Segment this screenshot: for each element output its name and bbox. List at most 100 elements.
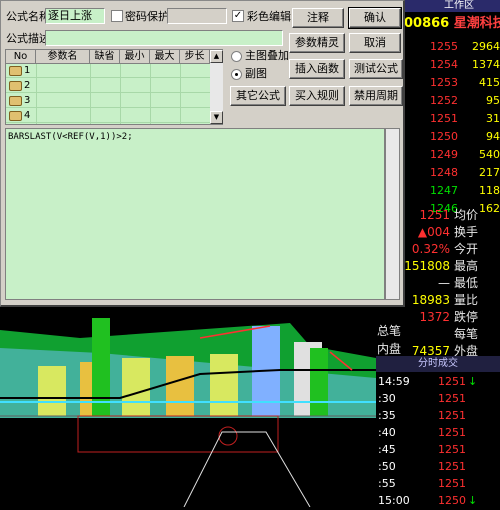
trade-row: :50 1251 [376,458,500,476]
trade-time: :55 [378,477,396,490]
test-formula-button[interactable]: 测试公式 [349,59,403,79]
orderbook-row[interactable]: 1254 1374 [404,56,500,74]
trade-row: :55 1251 [376,475,500,493]
color-edit-label: 彩色编辑 [247,10,291,23]
trade-row: 15:00 1250 ↓ [376,492,500,510]
orderbook-price: 1254 [430,58,458,71]
orderbook-price: 1248 [430,166,458,179]
trade-price: 1251 [438,375,466,388]
param-table[interactable]: No 参数名 缺省 最小 最大 步长 1 2 3 4 ▲ ▼ [5,49,223,125]
orderbook-price: 1247 [430,184,458,197]
disable-period-button[interactable]: 禁用周期 [349,86,403,106]
workspace-bar[interactable]: 工作区 [404,0,500,12]
password-checkbox[interactable] [111,10,123,22]
other-formula-button[interactable]: 其它公式 [230,86,286,106]
row-number: 4 [24,110,31,121]
main-overlay-label: 主图叠加 [245,49,289,62]
label-total-trades: 总笔 [377,324,402,338]
trade-time: :45 [378,443,396,456]
red-circle [218,426,238,446]
trade-time: :30 [378,392,396,405]
orderbook-row[interactable]: 1248 217 [404,164,500,182]
col-max: 最大 [150,50,180,64]
stock-title: 00866 星潮科技 [404,14,500,34]
trade-price: 1251 [438,409,466,422]
desc-label: 公式描述 [6,32,50,45]
param-table-header: No 参数名 缺省 最小 最大 步长 [6,50,210,64]
chart-canvas [0,318,376,507]
trade-time: 15:00 [378,494,410,507]
confirm-button[interactable]: 确认 [348,7,402,29]
bar-5 [210,354,238,416]
orderbook-row[interactable]: 1250 94 [404,128,500,146]
buy-rule-button[interactable]: 买入规则 [289,86,345,106]
param-table-scrollbar[interactable]: ▲ ▼ [210,50,223,124]
table-row[interactable]: 1 [6,64,210,78]
trade-price: 1251 [438,426,466,439]
orderbook-volume: 31 [486,112,500,125]
table-row[interactable]: 3 [6,94,210,108]
password-input[interactable] [167,8,227,24]
orderbook-row[interactable]: 1249 540 [404,146,500,164]
trades-header: 分时成交 [376,356,500,372]
orderbook-row[interactable]: 1251 31 [404,110,500,128]
formula-editor-dialog: 公式名称 逐日上涨 密码保护 ✓ 彩色编辑 公式描述 注释 确认 参数精灵 取消… [0,0,405,307]
trade-row: :40 1251 [376,424,500,442]
main-overlay-radio[interactable] [231,51,242,62]
col-default: 缺省 [90,50,120,64]
bar-green-2 [310,348,328,416]
scroll-down-icon[interactable]: ▼ [210,111,223,124]
orderbook-row[interactable]: 1247 118 [404,182,500,200]
orderbook-row[interactable]: 1253 415 [404,74,500,92]
trade-row: :45 1251 [376,441,500,459]
insert-function-button[interactable]: 插入函数 [289,59,345,79]
table-row[interactable]: 4 [6,109,210,123]
password-label: 密码保护 [125,10,169,23]
sub-chart-radio[interactable] [231,69,242,80]
param-icon [9,111,22,121]
trade-price: 1251 [438,443,466,456]
col-param-name: 参数名 [36,50,90,64]
row-number: 2 [24,80,31,91]
orderbook-volume: 118 [479,184,500,197]
bar-1 [38,366,66,416]
col-min: 最小 [120,50,150,64]
orderbook-row[interactable]: 1255 2964 [404,38,500,56]
trade-price: 1251 [438,477,466,490]
trade-price: 1250 [438,494,466,507]
table-row[interactable]: 2 [6,79,210,93]
bar-3 [122,358,150,416]
orderbook-price: 1250 [430,130,458,143]
param-wizard-button[interactable]: 参数精灵 [289,33,345,53]
col-step: 步长 [180,50,210,64]
orderbook-price: 1253 [430,76,458,89]
orderbook-volume: 2964 [472,40,500,53]
trade-time: 14:59 [378,375,410,388]
formula-text-editor[interactable]: BARSLAST(V<REF(V,1))>2; [5,128,385,300]
cancel-button[interactable]: 取消 [349,33,401,53]
candlestick-chart-area[interactable] [0,318,376,507]
param-icon [9,81,22,91]
stock-code: 00866 [404,16,450,31]
trade-row: :35 1251 [376,407,500,425]
orderbook-price: 1252 [430,94,458,107]
orderbook-volume: 1374 [472,58,500,71]
orderbook-volume: 94 [486,130,500,143]
orderbook-volume: 415 [479,76,500,89]
sub-chart-label: 副图 [245,67,267,80]
orderbook-row[interactable]: 1252 95 [404,92,500,110]
name-input[interactable]: 逐日上涨 [45,8,105,24]
trade-time: :40 [378,426,396,439]
name-label: 公式名称 [6,10,50,23]
trade-time: :35 [378,409,396,422]
down-arrow-icon: ↓ [468,375,478,388]
white-trapezoid [183,431,311,507]
annotate-button[interactable]: 注释 [292,8,344,28]
color-edit-checkbox[interactable]: ✓ [232,10,244,22]
down-arrow-icon: ↓ [468,494,478,507]
orderbook-volume: 95 [486,94,500,107]
editor-scrollbar[interactable] [385,128,400,300]
desc-input[interactable] [45,30,283,46]
scroll-up-icon[interactable]: ▲ [210,50,223,63]
param-icon [9,66,22,76]
